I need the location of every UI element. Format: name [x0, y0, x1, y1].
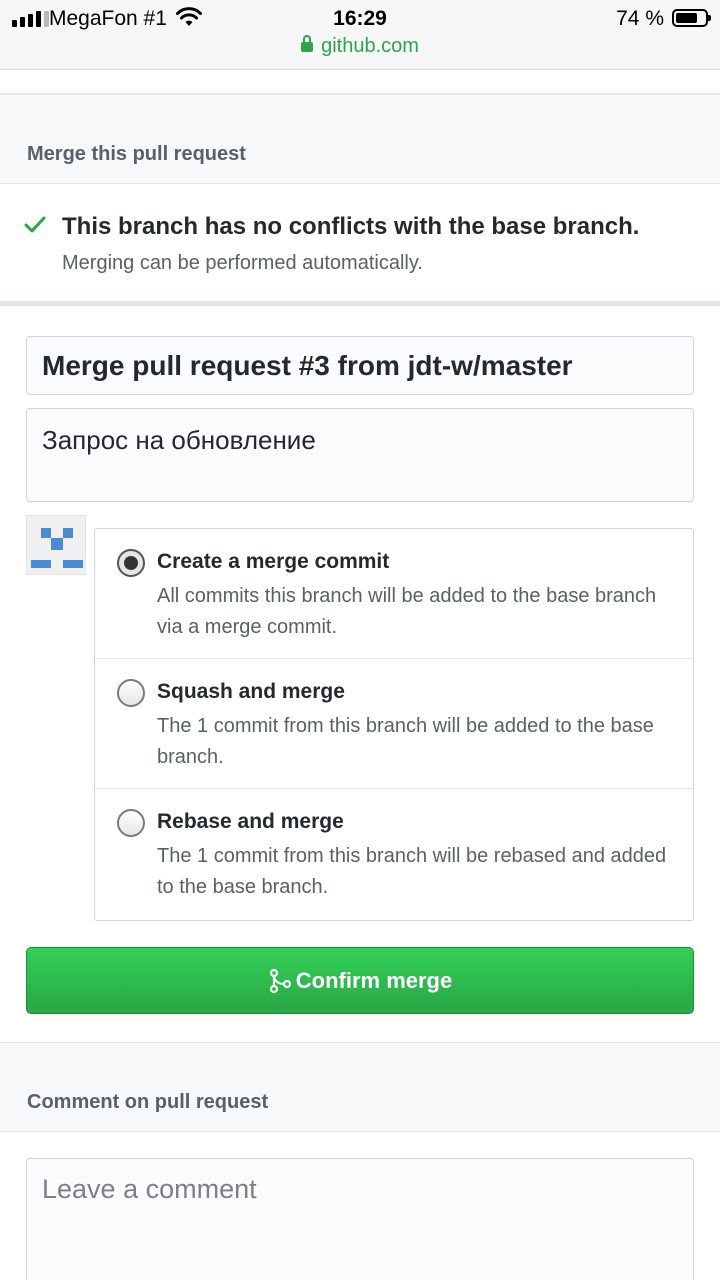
- radio-button[interactable]: [117, 679, 145, 707]
- avatar: [26, 515, 86, 575]
- merge-section-header: Merge this pull request: [0, 96, 720, 184]
- option-label: Create a merge commit: [157, 550, 390, 573]
- option-description: All commits this branch will be added to…: [157, 585, 657, 638]
- comment-section-header: Comment on pull request: [0, 1042, 720, 1132]
- option-description: The 1 commit from this branch will be ad…: [157, 715, 654, 768]
- commit-message-input[interactable]: Запрос на обновление: [26, 408, 694, 502]
- battery-percent: 74 %: [616, 7, 664, 30]
- section-title: Comment on pull request: [27, 1091, 269, 1113]
- lock-icon: [301, 35, 314, 52]
- battery-icon: [672, 9, 711, 27]
- option-label: Squash and merge: [157, 680, 345, 703]
- merge-option-rebase[interactable]: Rebase and merge The 1 commit from this …: [95, 789, 693, 919]
- merge-option-create-commit[interactable]: Create a merge commit All commits this b…: [95, 529, 693, 659]
- comment-input[interactable]: [26, 1158, 694, 1280]
- radio-button[interactable]: [117, 549, 145, 577]
- confirm-merge-button[interactable]: Confirm merge: [26, 947, 694, 1014]
- status-bar: MegaFon #1 16:29 74 % github.com: [0, 0, 720, 70]
- merge-status-subtitle: Merging can be performed automatically.: [62, 252, 423, 274]
- page-divider: [0, 71, 720, 95]
- section-title: Merge this pull request: [27, 143, 246, 165]
- confirm-merge-label: Confirm merge: [295, 967, 453, 993]
- option-description: The 1 commit from this branch will be re…: [157, 845, 667, 898]
- check-icon: [24, 216, 46, 233]
- merge-status-title: This branch has no conflicts with the ba…: [62, 213, 640, 240]
- url-text: github.com: [321, 35, 419, 57]
- merge-method-options: Create a merge commit All commits this b…: [94, 528, 694, 921]
- clock: 16:29: [333, 7, 387, 30]
- radio-button[interactable]: [117, 809, 145, 837]
- merge-option-squash[interactable]: Squash and merge The 1 commit from this …: [95, 659, 693, 789]
- merge-status: [0, 185, 720, 306]
- address-bar[interactable]: github.com: [0, 35, 720, 58]
- option-label: Rebase and merge: [157, 810, 344, 833]
- commit-title-input[interactable]: [26, 336, 694, 395]
- git-merge-icon: [269, 968, 291, 993]
